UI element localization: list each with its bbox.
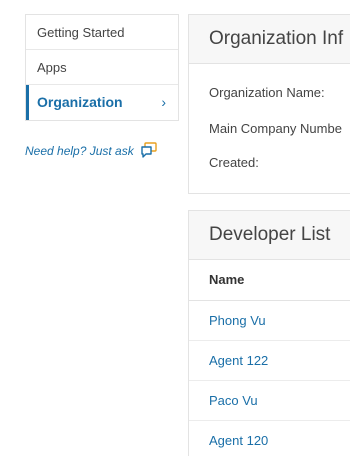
sidebar-item-label: Apps <box>37 60 67 75</box>
developer-link[interactable]: Agent 120 <box>209 433 268 448</box>
sidebar-item-organization[interactable]: Organization › <box>26 85 178 120</box>
organization-name-label: Organization Name: <box>209 85 325 100</box>
sidebar-item-apps[interactable]: Apps <box>26 50 178 85</box>
table-row: Phong Vu <box>189 301 350 341</box>
chat-bubble-icon <box>141 142 157 158</box>
table-row: Paco Vu <box>189 381 350 421</box>
developer-list-panel: Developer List Name Phong Vu Agent 122 P… <box>188 210 350 456</box>
help-link-text: Need help? Just ask <box>25 144 134 158</box>
table-row: Agent 122 <box>189 341 350 381</box>
developer-link[interactable]: Paco Vu <box>209 393 258 408</box>
developer-link[interactable]: Phong Vu <box>209 313 266 328</box>
sidebar-item-label: Organization <box>37 94 123 110</box>
sidebar-nav: Getting Started Apps Organization › <box>25 14 179 121</box>
help-link[interactable]: Need help? Just ask <box>25 142 157 158</box>
chevron-right-icon: › <box>161 94 166 110</box>
sidebar-item-getting-started[interactable]: Getting Started <box>26 15 178 50</box>
organization-info-panel: Organization Inf Organization Name: Main… <box>188 14 350 194</box>
main-company-number-label: Main Company Numbe <box>209 121 342 136</box>
organization-info-title: Organization Inf <box>189 15 350 64</box>
sidebar-item-label: Getting Started <box>37 25 125 40</box>
created-label: Created: <box>209 155 259 170</box>
page: Getting Started Apps Organization › Need… <box>0 0 350 456</box>
developer-list-title: Developer List <box>189 211 350 260</box>
table-row: Agent 120 <box>189 421 350 456</box>
developer-link[interactable]: Agent 122 <box>209 353 268 368</box>
column-header-name: Name <box>189 260 350 301</box>
